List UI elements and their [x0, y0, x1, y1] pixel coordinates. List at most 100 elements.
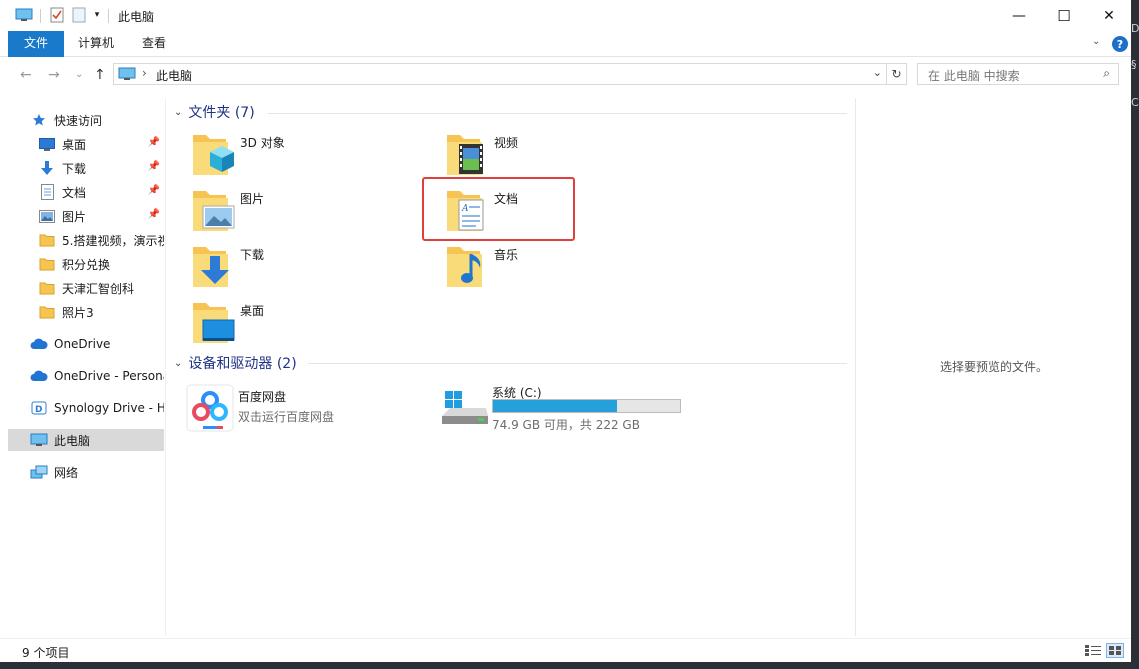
synology-icon: D — [30, 400, 48, 416]
computer-icon — [118, 67, 136, 84]
pictures-icon — [38, 208, 56, 224]
forward-button[interactable]: → — [48, 67, 60, 83]
device-baidu-netdisk[interactable]: 百度网盘 双击运行百度网盘 — [186, 384, 426, 434]
sidebar-item-folder-points[interactable]: 积分兑换 — [38, 253, 164, 275]
large-icons-view-icon[interactable] — [1106, 643, 1124, 658]
sidebar-item-label: 积分兑换 — [62, 257, 111, 272]
drive-usage-fill — [493, 400, 617, 412]
ribbon-tabs: 文件 计算机 查看 ⌄ — [0, 31, 1131, 57]
sidebar-item-pictures[interactable]: 图片 📌 — [38, 205, 164, 227]
properties-icon[interactable] — [49, 7, 65, 23]
star-icon — [30, 112, 48, 128]
sidebar-item-label: 此电脑 — [54, 433, 91, 448]
maximize-button[interactable]: ☐ — [1041, 0, 1087, 31]
network-icon — [30, 464, 48, 480]
sidebar-item-label: 照片3 — [62, 305, 94, 320]
minimize-button[interactable]: — — [996, 0, 1042, 31]
sidebar-item-label: 5.搭建视频，演示视 — [62, 233, 164, 248]
pin-icon[interactable]: 📌 — [148, 161, 160, 172]
device-subtitle: 74.9 GB 可用，共 222 GB — [492, 418, 640, 432]
folder-downloads[interactable]: 下载 — [188, 242, 428, 292]
devices-group-header[interactable]: ⌄ 设备和驱动器 (2) — [174, 353, 297, 373]
window-title: 此电脑 — [118, 10, 155, 24]
back-button[interactable]: ← — [20, 67, 32, 83]
item-count: 9 个项目 — [22, 646, 70, 660]
tab-file[interactable]: 文件 — [8, 31, 64, 57]
sidebar-item-downloads[interactable]: 下载 📌 — [38, 157, 164, 179]
sidebar-item-folder-photos3[interactable]: 照片3 — [38, 301, 164, 323]
new-folder-icon[interactable] — [71, 7, 87, 23]
refresh-button[interactable]: ↻ — [887, 63, 907, 85]
folder-music[interactable]: 音乐 — [442, 242, 682, 292]
sidebar-item-onedrive[interactable]: OneDrive — [30, 333, 164, 355]
sidebar-item-label: OneDrive — [54, 337, 111, 351]
folder-icon — [38, 256, 56, 272]
sidebar-item-folder-tianjin[interactable]: 天津汇智创科 — [38, 277, 164, 299]
search-input[interactable]: 在 此电脑 中搜索 — [928, 67, 1020, 84]
customize-toolbar-icon[interactable]: ▾ — [92, 7, 102, 23]
group-divider — [268, 113, 847, 114]
details-view-icon[interactable] — [1084, 643, 1102, 658]
folder-desktop[interactable]: 桌面 — [188, 298, 428, 348]
sidebar-item-label: 天津汇智创科 — [62, 281, 135, 296]
up-button[interactable]: ↑ — [94, 67, 106, 83]
folder-icon — [38, 280, 56, 296]
sidebar-item-quick-access[interactable]: 快速访问 — [30, 109, 186, 131]
chevron-down-icon[interactable]: ⌄ — [174, 358, 182, 369]
folder-label: 视频 — [494, 136, 519, 150]
chevron-down-icon[interactable]: ⌄ — [174, 107, 182, 118]
sidebar-item-label: 文档 — [62, 185, 87, 200]
folder-label: 音乐 — [494, 248, 519, 262]
search-icon[interactable]: ⌕ — [1103, 66, 1110, 81]
preview-divider — [855, 98, 856, 636]
devices-group-title: 设备和驱动器 (2) — [188, 356, 297, 372]
device-subtitle: 双击运行百度网盘 — [238, 410, 335, 424]
address-bar[interactable]: › 此电脑 ⌄ — [113, 63, 887, 85]
sidebar-item-this-pc[interactable]: 此电脑 — [8, 429, 164, 451]
svg-text:D: D — [35, 405, 42, 415]
breadcrumb-this-pc[interactable]: 此电脑 — [156, 67, 192, 84]
recent-locations-button[interactable]: ⌄ — [75, 69, 83, 80]
folder-videos[interactable]: 视频 — [442, 130, 682, 180]
document-icon — [38, 184, 56, 200]
sidebar-item-onedrive-personal[interactable]: OneDrive - Persona — [30, 365, 164, 387]
sidebar-item-desktop[interactable]: 桌面 📌 — [38, 133, 164, 155]
downloads-folder-icon — [188, 242, 238, 292]
videos-folder-icon — [442, 130, 492, 180]
sidebar-item-label: 图片 — [62, 209, 87, 224]
sidebar-item-label: Synology Drive - HI — [54, 401, 164, 415]
pin-icon[interactable]: 📌 — [148, 209, 160, 220]
sidebar-item-documents[interactable]: 文档 📌 — [38, 181, 164, 203]
navigation-pane: 快速访问 桌面 📌 下载 📌 文档 📌 图片 📌 5.搭建视频，演示视 积分兑换… — [0, 98, 165, 636]
pin-icon[interactable]: 📌 — [148, 137, 160, 148]
search-box[interactable]: 在 此电脑 中搜索 ⌕ — [917, 63, 1119, 85]
breadcrumb-separator[interactable]: › — [142, 66, 147, 80]
folder-pictures[interactable]: 图片 — [188, 186, 428, 236]
sidebar-item-label: OneDrive - Persona — [54, 369, 164, 383]
device-name: 百度网盘 — [238, 390, 287, 404]
3d-objects-folder-icon — [188, 130, 238, 180]
expand-ribbon-icon[interactable]: ⌄ — [1092, 36, 1100, 47]
documents-highlight-box — [422, 177, 575, 241]
download-icon — [38, 160, 56, 176]
title-separator — [40, 9, 41, 23]
computer-icon — [15, 7, 33, 23]
folder-3d-objects[interactable]: 3D 对象 — [188, 130, 428, 180]
desktop-folder-icon — [188, 298, 238, 348]
sidebar-item-label: 下载 — [62, 161, 87, 176]
sidebar-item-synology-drive[interactable]: D Synology Drive - HI — [30, 397, 164, 419]
drive-usage-bar — [492, 399, 681, 413]
desktop-icon — [38, 136, 56, 152]
folders-group-header[interactable]: ⌄ 文件夹 (7) — [174, 102, 255, 122]
folder-label: 下载 — [240, 248, 265, 262]
sidebar-item-network[interactable]: 网络 — [30, 461, 164, 483]
sidebar-item-folder-video-demo[interactable]: 5.搭建视频，演示视 — [38, 229, 164, 251]
address-dropdown-icon[interactable]: ⌄ — [873, 66, 882, 79]
close-button[interactable]: ✕ — [1086, 0, 1132, 31]
tab-computer[interactable]: 计算机 — [64, 31, 128, 57]
file-explorer-window: ▾ 此电脑 — ☐ ✕ 文件 计算机 查看 ⌄ ? ← → ⌄ ↑ › 此电脑 … — [0, 0, 1131, 662]
tab-view[interactable]: 查看 — [128, 31, 180, 57]
pin-icon[interactable]: 📌 — [148, 185, 160, 196]
folder-label: 图片 — [240, 192, 265, 206]
help-icon[interactable]: ? — [1112, 36, 1128, 52]
